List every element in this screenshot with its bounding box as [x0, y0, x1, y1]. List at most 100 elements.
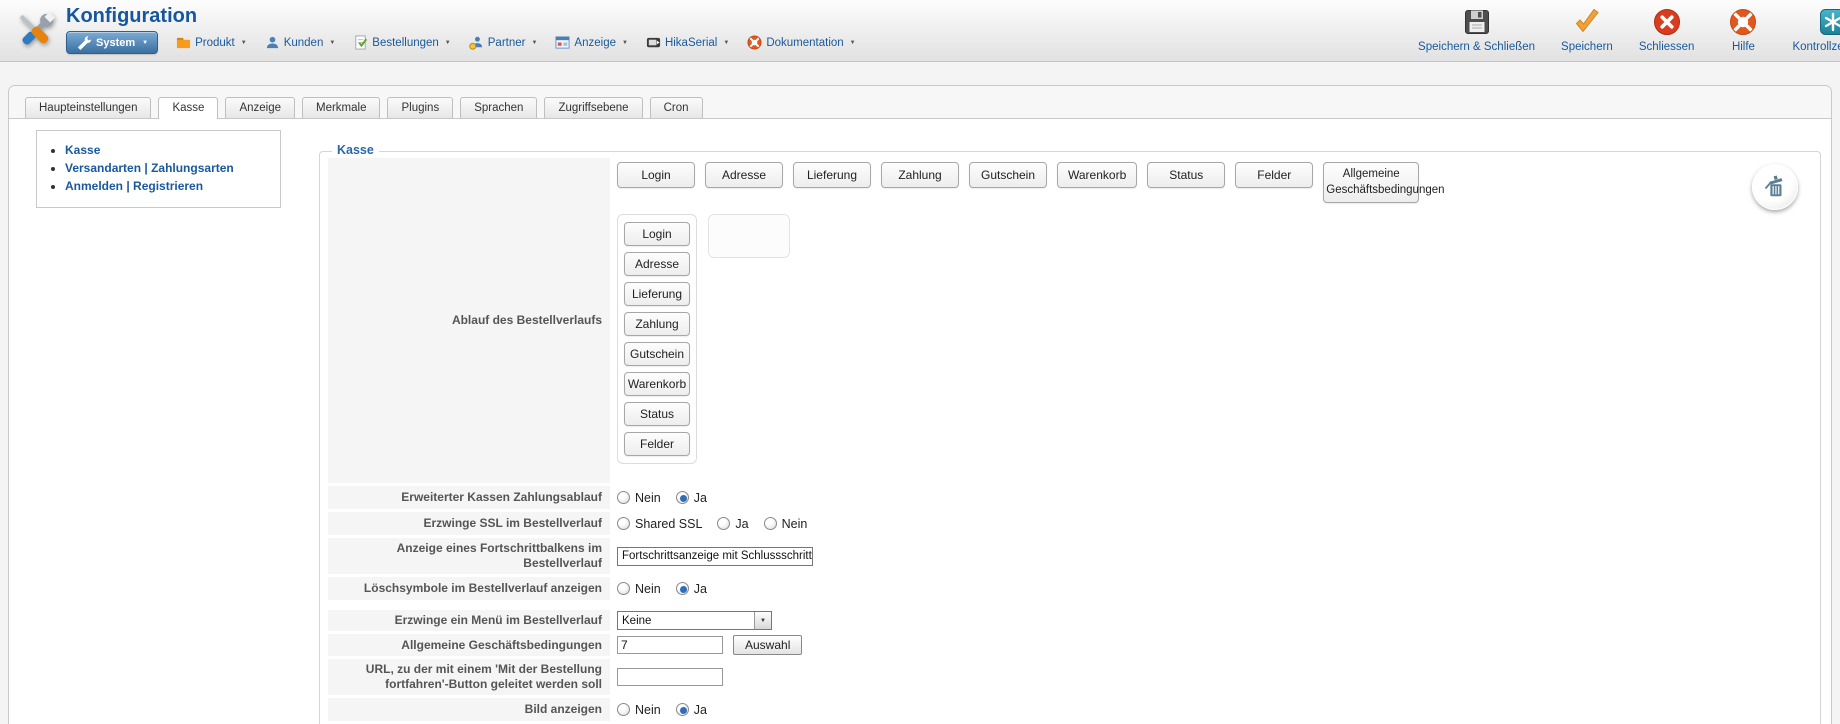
chevron-down-icon: ▼ [754, 612, 771, 629]
form-row: Erzwinge ein Menü im Bestellverlauf Keine… [328, 610, 1812, 631]
palette-button-warenkorb[interactable]: Warenkorb [1057, 162, 1138, 188]
form-row-value: Nein Ja [610, 577, 1812, 600]
tab-merkmale[interactable]: Merkmale [302, 97, 381, 118]
step-button-adresse[interactable]: Adresse [624, 252, 690, 277]
menu-item-anzeige[interactable]: Anzeige ▼ [555, 35, 628, 50]
radio-icon[interactable] [617, 517, 630, 530]
palette-button-status[interactable]: Status [1147, 162, 1226, 188]
select-erzwinge-ein-men-im-bestellverlauf[interactable]: Keine ▼ [617, 611, 772, 630]
sidebar-link-kasse[interactable]: Kasse [65, 143, 100, 157]
toolbar-button-label: Hilfe [1731, 41, 1755, 53]
trash-icon [1764, 175, 1783, 197]
header: Konfiguration System ▼ Produkt ▼ Kunden ▼ Be… [0, 0, 1840, 62]
select-value: Keine [622, 614, 652, 627]
speichern-schlie-en-button[interactable]: Speichern & Schließen [1405, 8, 1548, 53]
save-close-icon [1463, 8, 1491, 36]
product-icon [176, 35, 191, 50]
menu-item-kunden[interactable]: Kunden ▼ [265, 35, 335, 50]
palette-button-zahlung[interactable]: Zahlung [881, 162, 959, 188]
radio-option-nein[interactable]: Nein [617, 582, 661, 596]
step-button-warenkorb[interactable]: Warenkorb [624, 372, 690, 397]
palette-button-felder[interactable]: Felder [1235, 162, 1314, 188]
toolbar-button-label: Speichern [1561, 41, 1613, 53]
kontrollzentrum-button[interactable]: Kontrollzentrum [1779, 8, 1840, 53]
radio-option-ja[interactable]: Ja [675, 582, 707, 596]
radio-option-label: Ja [735, 516, 749, 531]
form-row-value [610, 659, 1812, 695]
menu-item-bestellungen[interactable]: Bestellungen ▼ [353, 35, 451, 50]
text-input-url-zu-der-mit-einem-mit-der-b[interactable] [617, 668, 723, 686]
sidebar-link-versandarten-zahlungsarten[interactable]: Versandarten | Zahlungsarten [65, 161, 234, 175]
tab-haupteinstellungen[interactable]: Haupteinstellungen [25, 97, 152, 118]
radio-icon[interactable] [675, 491, 689, 504]
help-icon [1729, 8, 1757, 36]
radio-icon[interactable] [763, 517, 777, 530]
radio-icon[interactable] [617, 703, 630, 716]
hilfe-button[interactable]: Hilfe [1707, 8, 1779, 53]
radio-icon[interactable] [617, 491, 630, 504]
radio-option-nein[interactable]: Nein [617, 491, 661, 505]
palette-button-allgemeine-gesch-ftsbedingungen[interactable]: Allgemeine Geschäftsbedingungen [1323, 162, 1445, 204]
radio-option-label: Ja [693, 702, 707, 717]
step-button-login[interactable]: Login [624, 222, 690, 247]
menu-item-dokumentation[interactable]: Dokumentation ▼ [747, 35, 856, 50]
radio-option-ja[interactable]: Ja [675, 702, 707, 717]
step-button-zahlung[interactable]: Zahlung [624, 312, 690, 337]
tab-kasse[interactable]: Kasse [158, 97, 219, 119]
workflow-dropzone[interactable] [708, 214, 790, 259]
radio-icon[interactable] [675, 582, 689, 595]
schliessen-button[interactable]: Schliessen [1626, 8, 1708, 53]
menu-item-partner[interactable]: Partner ▼ [469, 35, 537, 50]
select-anzeige-eines-fortschrittbalkens-im-bestellverlauf[interactable]: Fortschrittsanzeige mit Schlussschritt▼ [617, 546, 813, 566]
tab-sprachen[interactable]: Sprachen [460, 97, 538, 118]
radio-option-ja[interactable]: Ja [675, 490, 707, 505]
palette-button-login[interactable]: Login [617, 162, 695, 188]
form-row: Allgemeine Geschäftsbedingungen Auswahl [328, 634, 1812, 656]
form-row-value: Keine ▼ [610, 610, 1812, 631]
tab-cron[interactable]: Cron [649, 97, 703, 118]
step-button-gutschein[interactable]: Gutschein [624, 342, 690, 367]
radio-option-label: Ja [693, 490, 707, 505]
form-row-label: Erweiterter Kassen Zahlungsablauf [328, 486, 610, 509]
kasse-fieldset: Kasse Ablauf des Bestellverlaufs Login Ad… [319, 143, 1821, 724]
auswahl-button[interactable]: Auswahl [733, 635, 803, 655]
form-row-value: Fortschrittsanzeige mit Schlussschritt▼ [610, 538, 1812, 574]
radio-option-label: Shared SSL [635, 516, 703, 531]
hikaserial-icon [646, 35, 661, 50]
text-input-allgemeine-gesch-ftsbedingunge[interactable] [617, 636, 723, 654]
form-row-value: Nein Ja [610, 486, 1812, 509]
step-button-status[interactable]: Status [624, 402, 690, 427]
select-value: Fortschrittsanzeige mit Schlussschritt [622, 550, 812, 562]
close-icon [1653, 8, 1681, 36]
radio-option-nein[interactable]: Nein [617, 703, 661, 717]
delete-step-button[interactable] [1752, 164, 1798, 210]
menu-item-hikaserial[interactable]: HikaSerial ▼ [646, 35, 729, 50]
radio-icon[interactable] [617, 582, 630, 595]
menu-item-produkt[interactable]: Produkt ▼ [176, 35, 247, 50]
form-row-label: Erzwinge SSL im Bestellverlauf [328, 512, 610, 535]
palette-button-lieferung[interactable]: Lieferung [793, 162, 871, 188]
menu-item-label: Produkt [195, 36, 235, 49]
tab-plugins[interactable]: Plugins [387, 97, 454, 118]
toolbar-button-label: Schliessen [1638, 41, 1695, 53]
tab-anzeige[interactable]: Anzeige [225, 97, 295, 118]
speichern-button[interactable]: Speichern [1548, 8, 1626, 53]
radio-option-nein[interactable]: Nein [763, 517, 807, 531]
sidebar-link-anmelden-registrieren[interactable]: Anmelden | Registrieren [65, 179, 203, 193]
radio-icon[interactable] [717, 517, 731, 530]
palette-button-adresse[interactable]: Adresse [705, 162, 783, 188]
wrench-icon [76, 35, 91, 50]
menu-system-label: System [96, 36, 136, 49]
step-button-felder[interactable]: Felder [624, 432, 690, 457]
tab-zugriffsebene[interactable]: Zugriffsebene [544, 97, 643, 118]
palette-button-gutschein[interactable]: Gutschein [969, 162, 1047, 188]
page-title: Konfiguration [66, 5, 198, 27]
form-row: URL, zu der mit einem 'Mit der Bestellun… [328, 659, 1812, 695]
chevron-down-icon: ▼ [142, 39, 149, 46]
step-button-lieferung[interactable]: Lieferung [624, 282, 690, 307]
radio-option-shared-ssl[interactable]: Shared SSL [617, 517, 702, 531]
menu-system-button[interactable]: System ▼ [66, 31, 159, 54]
radio-icon[interactable] [675, 703, 689, 716]
radio-option-ja[interactable]: Ja [717, 516, 749, 531]
chevron-down-icon: ▼ [621, 39, 628, 46]
